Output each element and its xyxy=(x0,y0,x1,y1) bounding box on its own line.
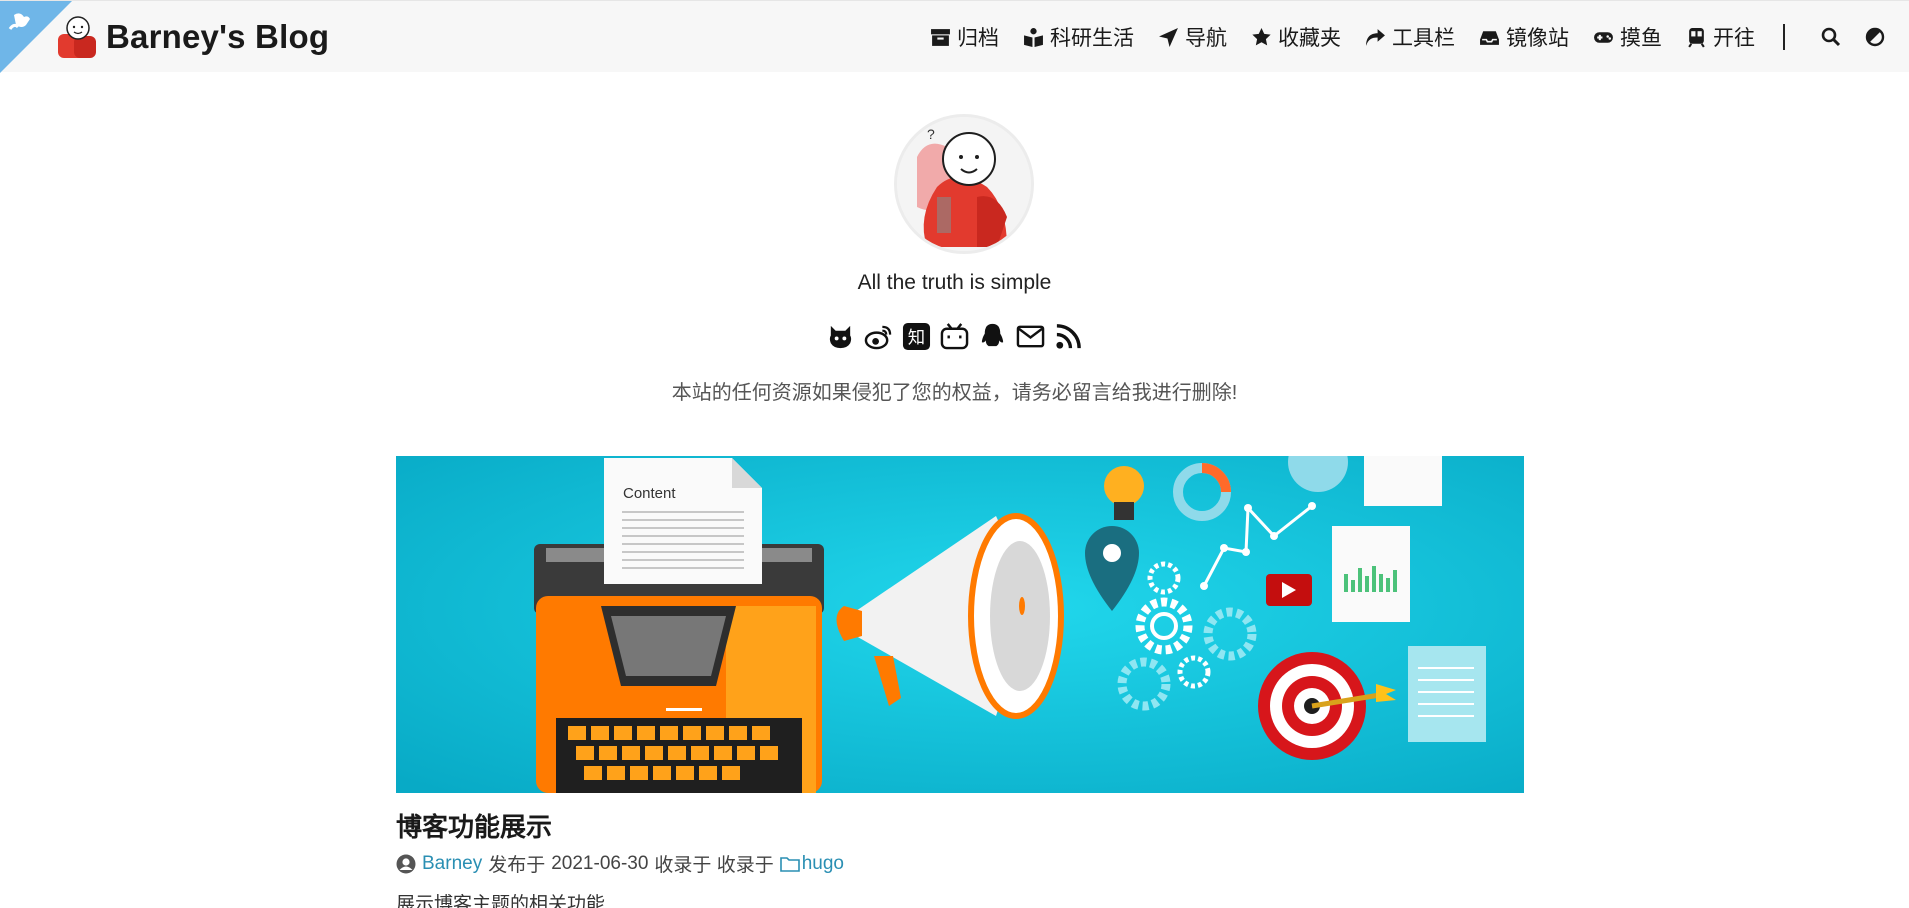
share-arrow-icon xyxy=(1366,28,1385,46)
collected-label: 收录于 收录于 xyxy=(654,855,774,876)
bilibili-link[interactable] xyxy=(940,322,969,351)
site-logo-icon xyxy=(58,16,96,58)
zhihu-glyph: 知 xyxy=(908,328,925,348)
post-title[interactable]: 博客功能展示 xyxy=(396,807,552,844)
email-icon xyxy=(1016,325,1045,348)
nav-item-label: 科研生活 xyxy=(1050,27,1134,50)
book-reader-icon xyxy=(1024,27,1043,47)
social-links: 知 xyxy=(0,322,1909,351)
weibo-link[interactable] xyxy=(864,322,893,351)
nav-item-navigation[interactable]: 导航 xyxy=(1158,22,1227,52)
main-nav: 归档 科研生活 导航 收藏夹 工具栏 镜像站 摸鱼 开往 xyxy=(906,19,1887,55)
nav-item-label: 工具栏 xyxy=(1392,27,1455,50)
nav-item-mirror[interactable]: 镜像站 xyxy=(1479,22,1569,52)
email-link[interactable] xyxy=(1016,322,1045,351)
theme-toggle-button[interactable] xyxy=(1865,26,1887,48)
nav-item-label: 摸鱼 xyxy=(1620,27,1662,50)
nav-item-archive[interactable]: 归档 xyxy=(930,22,999,52)
nav-item-toolbar[interactable]: 工具栏 xyxy=(1365,22,1455,52)
qq-icon xyxy=(981,323,1004,347)
post-cover-image[interactable]: Content xyxy=(396,456,1524,793)
nav-divider xyxy=(1783,24,1785,50)
archive-icon xyxy=(931,28,950,46)
post-category-link[interactable]: hugo xyxy=(779,852,844,875)
post-meta: Barney 发布于 2021-06-30 收录于 收录于 hugo xyxy=(396,850,844,877)
zhihu-link[interactable]: 知 xyxy=(902,322,931,351)
page: Barney's Blog 归档 科研生活 导航 收藏夹 工具栏 镜像站 摸鱼 … xyxy=(0,0,1909,908)
nav-item-slacking[interactable]: 摸鱼 xyxy=(1593,22,1662,52)
cover-illustration: Content xyxy=(396,456,1524,793)
weibo-icon xyxy=(864,325,892,350)
qq-link[interactable] xyxy=(978,322,1007,351)
profile-subtitle: All the truth is simple xyxy=(857,271,1052,294)
nav-item-favorites[interactable]: 收藏夹 xyxy=(1251,22,1341,52)
subway-icon xyxy=(1688,27,1705,48)
site-title: Barney's Blog xyxy=(106,18,330,55)
nav-item-label: 导航 xyxy=(1185,27,1227,50)
avatar-image: ? xyxy=(897,117,1031,251)
post-author-link[interactable]: Barney xyxy=(422,853,482,875)
user-circle-icon xyxy=(396,854,416,873)
contrast-icon xyxy=(1865,27,1885,47)
search-icon xyxy=(1821,27,1841,47)
top-navbar: Barney's Blog 归档 科研生活 导航 收藏夹 工具栏 镜像站 摸鱼 … xyxy=(0,0,1909,73)
bilibili-icon xyxy=(940,323,969,350)
rss-icon xyxy=(1056,324,1081,349)
location-arrow-icon xyxy=(1159,27,1178,47)
nav-item-label: 收藏夹 xyxy=(1278,27,1341,50)
published-label: 发布于 xyxy=(488,855,546,876)
nav-item-label: 镜像站 xyxy=(1506,27,1569,50)
folder-icon xyxy=(779,856,800,872)
nav-item-label: 归档 xyxy=(957,27,999,50)
cover-caption: Content xyxy=(623,485,676,502)
zhihu-icon: 知 xyxy=(902,322,931,351)
nav-item-label: 开往 xyxy=(1713,27,1755,50)
inbox-icon xyxy=(1480,30,1499,45)
gamepad-icon xyxy=(1594,31,1613,43)
site-notice: 本站的任何资源如果侵犯了您的权益，请务必留言给我进行删除! xyxy=(671,382,1238,404)
post-category-label: hugo xyxy=(801,852,844,874)
github-icon xyxy=(829,325,852,349)
search-button[interactable] xyxy=(1821,26,1843,48)
site-brand-link[interactable]: Barney's Blog xyxy=(54,13,329,61)
rss-link[interactable] xyxy=(1054,322,1083,351)
post-summary: 展示博客主题的相关功能 xyxy=(396,894,606,908)
svg-text:?: ? xyxy=(927,126,935,142)
github-link[interactable] xyxy=(826,322,855,351)
profile-avatar: ? xyxy=(894,114,1034,254)
nav-item-research-life[interactable]: 科研生活 xyxy=(1023,22,1134,52)
star-icon xyxy=(1252,27,1271,45)
nav-item-travellings[interactable]: 开往 xyxy=(1686,22,1755,52)
post-date: 2021-06-30 xyxy=(551,852,649,874)
